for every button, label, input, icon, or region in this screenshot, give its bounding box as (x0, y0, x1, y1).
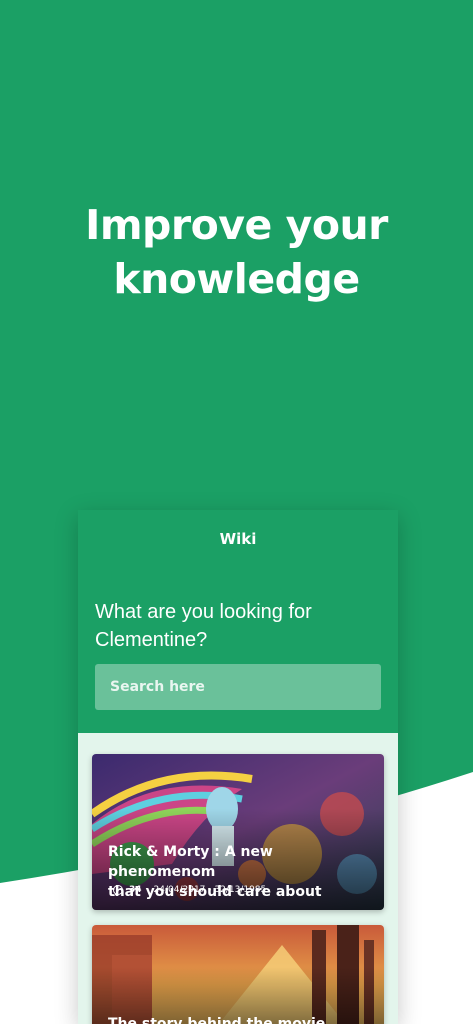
article-meta: 34 24/04/2017 - 32/13/1985 (112, 884, 266, 896)
comment-count: 34 (129, 885, 142, 895)
article-card[interactable]: The story behind the movie (92, 925, 384, 1024)
search-prompt-line1: What are you looking for (95, 601, 312, 623)
article-card[interactable]: Rick & Morty : A new phenomenom that you… (92, 754, 384, 910)
article-title-line1: Rick & Morty : A new phenomenom (108, 844, 273, 880)
app-header: Wiki What are you looking for Clementine… (78, 510, 398, 733)
search-prompt: What are you looking for Clementine? (95, 598, 385, 654)
search-input[interactable] (95, 664, 381, 710)
hero-title-line2: knowledge (113, 255, 360, 303)
article-dates: 24/04/2017 - 32/13/1985 (153, 885, 267, 895)
app-preview: Wiki What are you looking for Clementine… (78, 510, 398, 1024)
search-prompt-line2: Clementine? (95, 629, 208, 651)
hero-title-line1: Improve your (85, 201, 388, 249)
app-title: Wiki (219, 530, 257, 548)
hero-headline: Improve your knowledge (0, 198, 473, 306)
article-title-line1: The story behind the movie (108, 1016, 326, 1024)
comment-icon (113, 885, 123, 896)
article-title: The story behind the movie (108, 1014, 378, 1024)
article-overlay (92, 925, 384, 1024)
